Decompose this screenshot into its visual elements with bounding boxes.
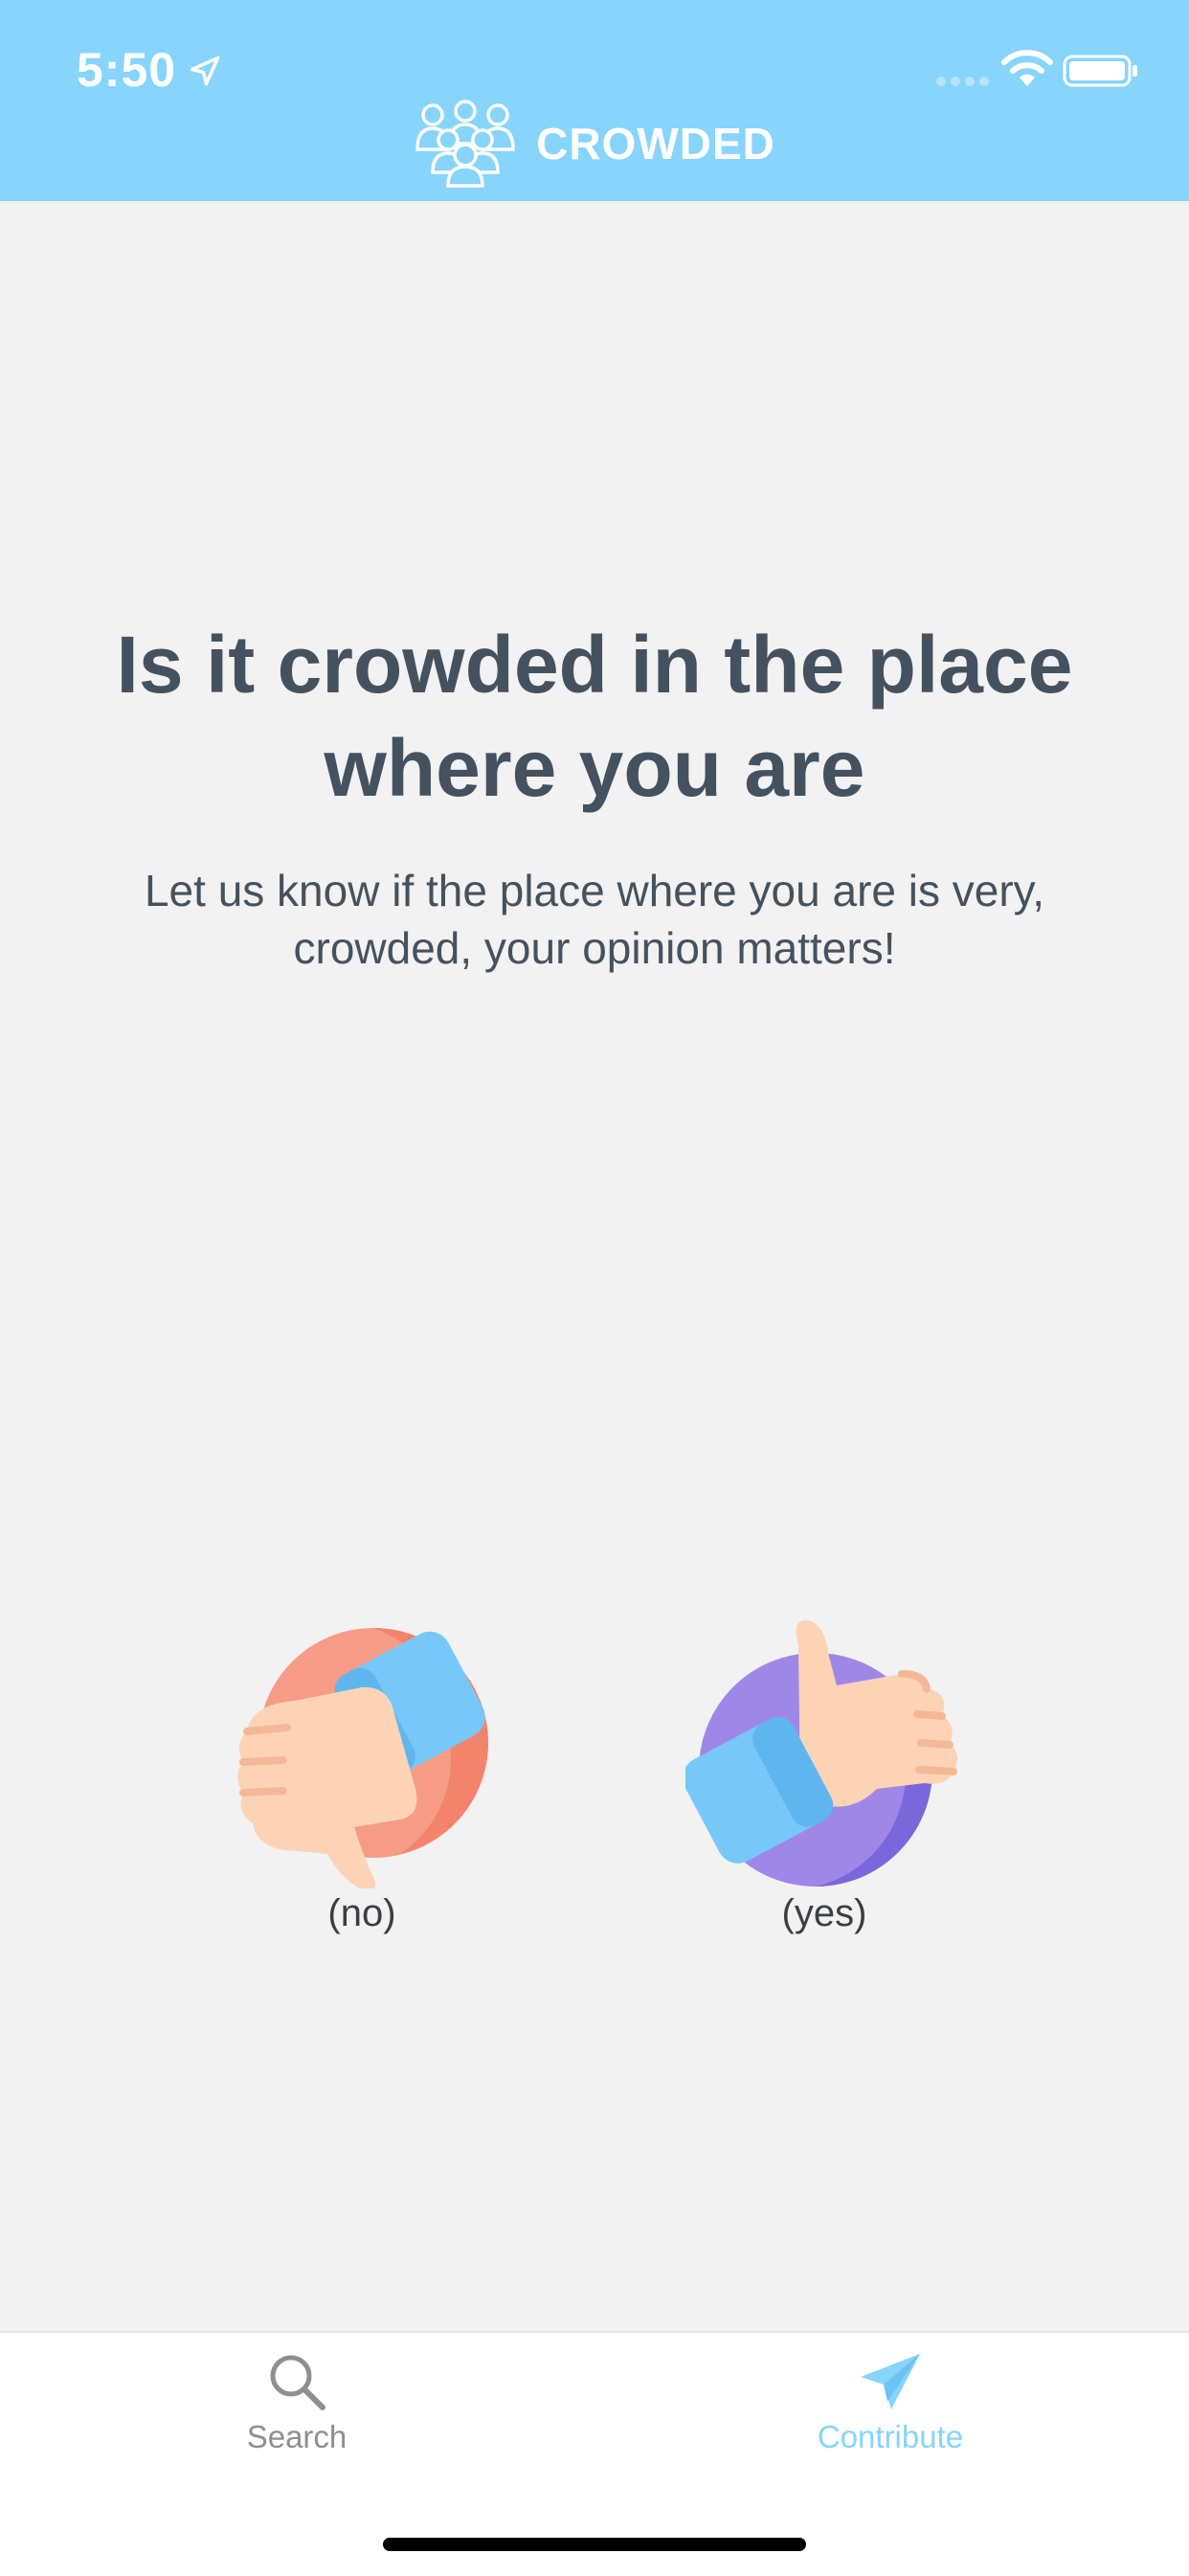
hero: Is it crowded in the place where you are…	[57, 613, 1132, 977]
tab-search-label: Search	[246, 2419, 348, 2454]
page-subtitle: Let us know if the place where you are i…	[144, 866, 1045, 973]
status-time: 5:50	[77, 43, 177, 97]
tab-bar: Search Contribute	[0, 2331, 1189, 2576]
tab-search[interactable]: Search	[153, 2352, 440, 2455]
yes-label: (yes)	[781, 1892, 867, 1934]
app-header: 5:50 CROWDED	[0, 0, 1189, 201]
brand: CROWDED	[0, 98, 1189, 190]
crowd-logo-icon	[415, 100, 515, 188]
page-title: Is it crowded in the place where you are	[116, 620, 1073, 813]
no-button[interactable]: (no)	[228, 1618, 496, 1935]
yes-button[interactable]: (yes)	[685, 1618, 963, 1935]
thumbs-up-icon	[685, 1619, 958, 1887]
thumbs-down-icon	[237, 1628, 488, 1888]
tab-contribute[interactable]: Contribute	[747, 2352, 1034, 2455]
location-arrow-icon	[190, 56, 220, 86]
brand-name: CROWDED	[536, 119, 775, 169]
tab-contribute-label: Contribute	[817, 2419, 964, 2454]
cellular-signal-icon	[936, 77, 989, 86]
home-indicator	[383, 2538, 806, 2551]
battery-icon	[1063, 55, 1137, 87]
paper-plane-icon	[861, 2354, 920, 2409]
wifi-icon	[1001, 50, 1053, 86]
no-label: (no)	[327, 1892, 396, 1934]
search-icon	[270, 2355, 325, 2410]
